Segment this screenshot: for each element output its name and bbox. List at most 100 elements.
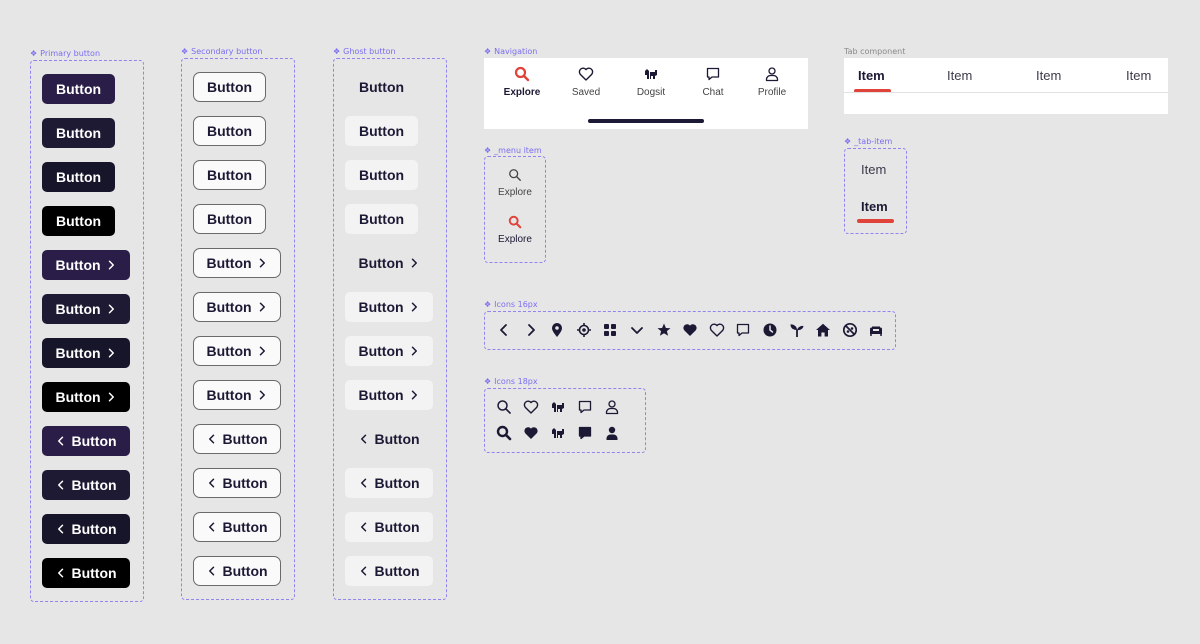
heart-icon (578, 67, 594, 81)
button-label: Button (222, 475, 268, 491)
secondary-button-chevron-left[interactable]: Button (193, 512, 281, 542)
no-pets-icon (842, 322, 858, 343)
secondary-button-chevron-right[interactable]: Button (193, 248, 281, 278)
chat-icon (577, 399, 593, 420)
ghost-button[interactable]: Button (345, 160, 418, 190)
chevron-right-icon (256, 389, 268, 401)
chevron-right-icon (256, 257, 268, 269)
secondary-button-chevron-left[interactable]: Button (193, 424, 281, 454)
secondary-button[interactable]: Button (193, 116, 266, 146)
primary-button[interactable]: Button (42, 206, 115, 236)
ghost-button-chevron-left[interactable]: Button (345, 556, 433, 586)
ghost-button[interactable]: Button (345, 116, 418, 146)
chevron-right-icon (105, 391, 117, 403)
menu-item-default[interactable]: Explore (484, 168, 546, 198)
tab-item-default[interactable]: Item (861, 162, 886, 177)
ghost-button[interactable]: Button (345, 204, 418, 234)
button-label: Button (358, 167, 405, 183)
tab-item-1[interactable]: Item (858, 68, 885, 83)
menu-item-label: Explore (498, 234, 532, 245)
button-label: Button (358, 299, 404, 315)
button-label: Button (206, 211, 253, 227)
heart-icon (523, 399, 539, 420)
primary-button-chevron-right[interactable]: Button (42, 294, 130, 324)
primary-button-chevron-right[interactable]: Button (42, 338, 130, 368)
button-label: Button (71, 433, 117, 449)
search-icon (496, 399, 512, 420)
button-label: Button (358, 123, 405, 139)
icons18-filled-row (496, 425, 620, 446)
nav-label: Explore (503, 87, 541, 98)
ghost-button-chevron-left[interactable]: Button (345, 424, 433, 454)
icons18-outline-row (496, 399, 620, 420)
secondary-button[interactable]: Button (193, 72, 266, 102)
button-label: Button (55, 125, 102, 141)
secondary-button[interactable]: Button (193, 204, 266, 234)
star-icon (656, 322, 672, 343)
button-label: Button (206, 123, 253, 139)
chevron-right-icon (408, 301, 420, 313)
chevron-left-icon (358, 521, 370, 533)
tab-item-3[interactable]: Item (1036, 68, 1061, 83)
nav-label: Chat (702, 87, 724, 98)
secondary-button-chevron-right[interactable]: Button (193, 380, 281, 410)
nav-item-explore[interactable]: Explore (490, 66, 554, 98)
ghost-button[interactable]: Button (345, 72, 418, 102)
ghost-button-chevron-right[interactable]: Button (345, 248, 433, 278)
chevron-left-icon (206, 521, 218, 533)
frame-label-icons16: ❖ Icons 16px (484, 300, 538, 309)
frame-label-tab-item: ❖ _tab-item (844, 137, 893, 146)
button-label: Button (206, 79, 253, 95)
ghost-button-chevron-right[interactable]: Button (345, 336, 433, 366)
primary-button[interactable]: Button (42, 74, 115, 104)
primary-button-chevron-left[interactable]: Button (42, 470, 130, 500)
primary-button[interactable]: Button (42, 118, 115, 148)
ghost-button-chevron-left[interactable]: Button (345, 512, 433, 542)
chevron-left-icon (206, 477, 218, 489)
button-label: Button (374, 475, 420, 491)
button-label: Button (55, 81, 102, 97)
primary-button-chevron-right[interactable]: Button (42, 382, 130, 412)
menu-item-active[interactable]: Explore (484, 215, 546, 245)
tab-item-2[interactable]: Item (947, 68, 972, 83)
secondary-button-chevron-right[interactable]: Button (193, 336, 281, 366)
chevron-right-icon (256, 301, 268, 313)
button-label: Button (71, 521, 117, 537)
nav-item-dogsit[interactable]: Dogsit (619, 66, 683, 98)
button-label: Button (206, 255, 252, 271)
primary-button[interactable]: Button (42, 162, 115, 192)
tab-divider (844, 92, 1168, 93)
nav-label: Dogsit (636, 87, 666, 98)
frame-label-primary: ❖ Primary button (30, 49, 101, 58)
primary-button-chevron-left[interactable]: Button (42, 558, 130, 588)
chevron-right-icon (105, 347, 117, 359)
primary-button-frame: Button Button Button Button Button Button Butt… (30, 60, 144, 602)
tab-item-active[interactable]: Item (861, 199, 888, 214)
ghost-button-frame: Button Button Button Button Button Button Butt… (333, 58, 447, 600)
nav-item-chat[interactable]: Chat (681, 66, 745, 98)
frame-label-tab-component: Tab component (844, 47, 906, 56)
primary-button-chevron-left[interactable]: Button (42, 514, 130, 544)
ghost-button-chevron-left[interactable]: Button (345, 468, 433, 498)
secondary-button[interactable]: Button (193, 160, 266, 190)
heart-filled-icon (523, 425, 539, 446)
ghost-button-chevron-right[interactable]: Button (345, 292, 433, 322)
tab-item-4[interactable]: Item (1126, 68, 1151, 83)
secondary-button-chevron-right[interactable]: Button (193, 292, 281, 322)
nav-item-profile[interactable]: Profile (740, 66, 804, 98)
secondary-button-chevron-left[interactable]: Button (193, 468, 281, 498)
nav-item-saved[interactable]: Saved (554, 66, 618, 98)
button-label: Button (358, 79, 405, 95)
icons16-row (496, 322, 884, 343)
chevron-left-icon (358, 433, 370, 445)
primary-button-chevron-left[interactable]: Button (42, 426, 130, 456)
chevron-right-icon (256, 345, 268, 357)
location-pin-icon (549, 322, 565, 343)
heart-outline-icon (709, 322, 725, 343)
tab-item-underline (857, 219, 894, 223)
secondary-button-chevron-left[interactable]: Button (193, 556, 281, 586)
button-label: Button (71, 477, 117, 493)
primary-button-chevron-right[interactable]: Button (42, 250, 130, 280)
search-icon (509, 169, 521, 181)
ghost-button-chevron-right[interactable]: Button (345, 380, 433, 410)
